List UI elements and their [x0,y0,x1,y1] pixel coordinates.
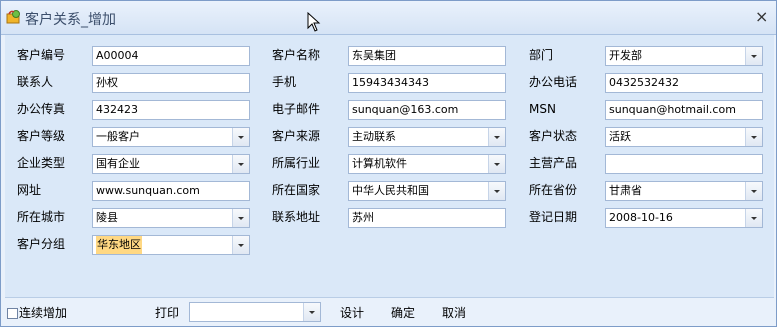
customer-level-select[interactable]: 一般客户 [92,127,250,147]
province-value: 甘肃省 [609,184,642,197]
address-input[interactable]: 苏州 [348,208,506,228]
office-fax-input[interactable]: 432423 [92,100,250,120]
customer-name-label: 客户名称 [272,48,321,62]
chevron-down-icon[interactable] [232,128,249,146]
mobile-input[interactable]: 15943434343 [348,73,506,93]
reg-date-label: 登记日期 [529,210,578,224]
contact-label: 联系人 [17,75,54,89]
customer-no-label: 客户编号 [17,48,66,62]
main-product-input[interactable] [605,154,763,174]
chevron-down-icon[interactable] [488,128,505,146]
department-label: 部门 [529,48,554,62]
city-value: 陵县 [96,211,118,224]
chevron-down-icon[interactable] [745,182,762,200]
chevron-down-icon[interactable] [232,209,249,227]
window-title: 客户关系_增加 [25,12,116,28]
customer-source-label: 客户来源 [272,129,321,143]
design-button[interactable]: 设计 [340,304,364,322]
address-label: 联系地址 [272,210,321,224]
contact-input[interactable]: 孙权 [92,73,250,93]
office-phone-label: 办公电话 [529,75,578,89]
chevron-down-icon[interactable] [745,209,762,227]
customer-level-label: 客户等级 [17,129,66,143]
industry-select[interactable]: 计算机软件 [348,154,506,174]
chevron-down-icon[interactable] [303,303,320,321]
mouse-cursor-icon [307,12,321,32]
ok-button[interactable]: 确定 [391,304,415,322]
chevron-down-icon[interactable] [488,155,505,173]
city-select[interactable]: 陵县 [92,208,250,228]
main-product-label: 主营产品 [529,156,578,170]
continuous-add-label[interactable]: 连续增加 [19,304,67,322]
industry-value: 计算机软件 [352,157,407,170]
email-label: 电子邮件 [272,102,321,116]
city-label: 所在城市 [17,210,66,224]
customer-group-label: 客户分组 [17,237,66,251]
continuous-add-checkbox[interactable] [7,308,18,319]
title-bar: 客户关系_增加 × [1,1,776,35]
mobile-label: 手机 [272,75,297,89]
country-select[interactable]: 中华人民共和国 [348,181,506,201]
country-value: 中华人民共和国 [352,184,429,197]
reg-date-value: 2008-10-16 [609,211,673,224]
email-input[interactable]: sunquan@163.com [348,100,506,120]
website-input[interactable]: www.sunquan.com [92,181,250,201]
customer-no-input[interactable]: A00004 [92,46,250,66]
app-icon [6,10,20,24]
customer-level-value: 一般客户 [96,130,140,143]
company-type-label: 企业类型 [17,156,66,170]
province-select[interactable]: 甘肃省 [605,181,763,201]
bottom-bar: 连续增加 打印 设计 确定 取消 [1,298,776,326]
customer-source-select[interactable]: 主动联系 [348,127,506,147]
office-fax-label: 办公传真 [17,102,66,116]
customer-group-value: 华东地区 [96,236,142,254]
customer-status-select[interactable]: 活跃 [605,127,763,147]
customer-form: 客户编号 A00004 客户名称 东吴集团 部门 开发部 联系人 孙权 手机 1… [5,35,774,298]
customer-source-value: 主动联系 [352,130,396,143]
country-label: 所在国家 [272,183,321,197]
cancel-button[interactable]: 取消 [442,304,466,322]
province-label: 所在省份 [529,183,578,197]
department-value: 开发部 [609,49,642,62]
department-select[interactable]: 开发部 [605,46,763,66]
msn-input[interactable]: sunquan@hotmail.com [605,100,763,120]
customer-name-input[interactable]: 东吴集团 [348,46,506,66]
msn-label: MSN [529,102,556,116]
industry-label: 所属行业 [272,156,321,170]
company-type-value: 国有企业 [96,157,140,170]
close-icon[interactable]: × [755,7,768,26]
customer-group-select[interactable]: 华东地区 [92,235,250,255]
chevron-down-icon[interactable] [745,128,762,146]
customer-status-value: 活跃 [609,130,631,143]
print-select[interactable] [189,302,321,322]
reg-date-picker[interactable]: 2008-10-16 [605,208,763,228]
chevron-down-icon[interactable] [488,182,505,200]
website-label: 网址 [17,183,42,197]
print-label: 打印 [155,306,180,320]
chevron-down-icon[interactable] [745,47,762,65]
company-type-select[interactable]: 国有企业 [92,154,250,174]
chevron-down-icon[interactable] [232,155,249,173]
customer-add-window: 客户关系_增加 × 客户编号 A00004 客户名称 东吴集团 部门 开发部 联… [0,0,777,327]
chevron-down-icon[interactable] [232,236,249,254]
office-phone-input[interactable]: 0432532432 [605,73,763,93]
customer-status-label: 客户状态 [529,129,578,143]
